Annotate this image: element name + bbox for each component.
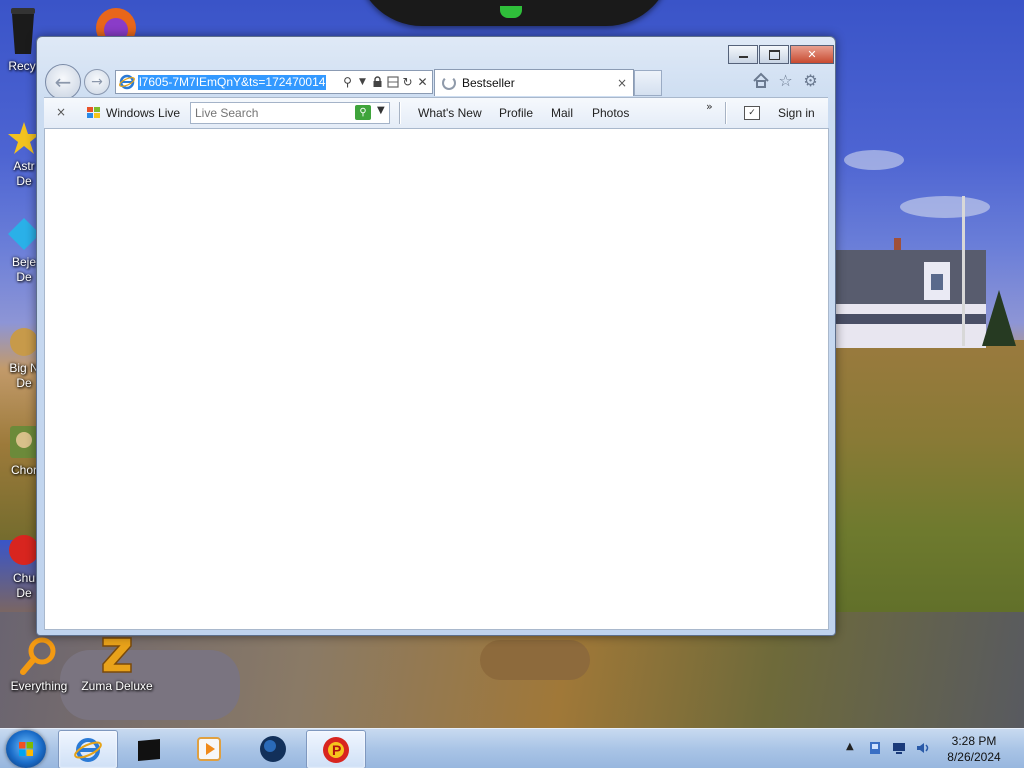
taskbar-app-globe[interactable] [244, 730, 302, 767]
system-clock[interactable]: 3:28 PM 8/26/2024 [936, 733, 1012, 765]
everything-search-icon [20, 637, 56, 675]
forward-button[interactable]: → [84, 69, 110, 95]
home-icon[interactable] [751, 71, 770, 90]
compatibility-view-icon[interactable] [385, 73, 400, 91]
windows-logo-icon [19, 742, 33, 756]
status-light-icon [500, 6, 522, 18]
live-search-input[interactable] [195, 106, 345, 120]
stop-icon[interactable]: ✕ [415, 73, 430, 91]
back-arrow-icon: ← [54, 70, 72, 94]
whats-new-link[interactable]: What's New [418, 106, 482, 120]
zuma-deluxe-icon [102, 637, 132, 673]
search-icon: ⚲ [359, 107, 367, 118]
dropdown-arrow-icon[interactable]: ▼ [355, 73, 370, 91]
address-input[interactable]: l7605-7M7IEmQnY&ts=1724700141 [138, 74, 326, 90]
tab-close-button[interactable]: × [617, 76, 627, 90]
taskbar-app-terminal[interactable] [120, 730, 178, 767]
media-player-icon [197, 736, 221, 761]
photos-link[interactable]: Photos [592, 106, 629, 120]
display-icon[interactable] [892, 741, 906, 755]
minimize-button[interactable] [728, 45, 758, 64]
sign-in-link[interactable]: Sign in [778, 106, 815, 120]
taskbar-app-internet-explorer[interactable] [58, 730, 118, 768]
live-search-box: ⚲ ▼ [190, 102, 390, 124]
new-tab-button[interactable] [634, 70, 662, 96]
favorites-star-icon[interactable]: ☆ [776, 71, 795, 90]
loading-spinner-icon [442, 76, 456, 90]
browser-tools: ☆ ⚙ [751, 71, 820, 90]
desktop-icon-label: Zuma Deluxe [81, 679, 153, 693]
internet-explorer-window: ✕ ← → l7605-7M7IEmQnY&ts=1724700141 ⚲ ▼ … [36, 36, 836, 636]
gear-icon[interactable]: ⚙ [801, 71, 820, 90]
toolbar-divider [725, 102, 727, 124]
clock-date: 8/26/2024 [947, 750, 1001, 764]
taskbar-app-game[interactable]: P [306, 730, 366, 768]
internet-explorer-icon [119, 74, 135, 90]
search-go-button[interactable]: ⚲ [355, 105, 371, 120]
terminal-icon [138, 738, 160, 761]
tab-title: Bestseller [462, 76, 515, 90]
show-hidden-icons-button[interactable]: ▲ [846, 741, 854, 752]
address-tools: ⚲ ▼ ↻ ✕ [340, 73, 432, 91]
globe-icon [260, 735, 286, 762]
maximize-button[interactable] [759, 45, 789, 64]
window-controls: ✕ [728, 45, 834, 64]
flagpole [962, 196, 965, 346]
forward-arrow-icon: → [91, 74, 103, 90]
pine-tree [982, 290, 1016, 346]
tab-bestseller[interactable]: Bestseller × [434, 69, 634, 96]
desktop-icon-label: Everything [10, 679, 68, 693]
taskbar-app-media-player[interactable] [180, 730, 238, 767]
page-content-area[interactable] [44, 128, 829, 630]
windows-live-toolbar: × Windows Live ⚲ ▼ What's New Profile Ma… [44, 97, 828, 129]
refresh-icon[interactable]: ↻ [400, 73, 415, 91]
search-icon[interactable]: ⚲ [340, 73, 355, 91]
close-icon: ✕ [807, 48, 817, 61]
sign-in-icon[interactable]: ✓ [744, 106, 760, 120]
back-button[interactable]: ← [45, 64, 81, 100]
clock-time: 3:28 PM [951, 734, 997, 748]
minimize-icon [738, 55, 748, 58]
game-app-icon: P [323, 736, 349, 763]
mail-link[interactable]: Mail [551, 106, 573, 120]
start-button[interactable] [6, 730, 46, 768]
address-bar[interactable]: l7605-7M7IEmQnY&ts=1724700141 ⚲ ▼ ↻ ✕ [115, 70, 433, 94]
windows-logo-icon [87, 107, 100, 118]
taskbar: P ▲ 3:28 PM 8/26/2024 [0, 728, 1024, 768]
cloud [844, 150, 904, 170]
top-gadget [356, 0, 672, 26]
desktop-icon-everything[interactable]: Everything [1, 636, 77, 694]
cloud [900, 196, 990, 218]
search-options-dropdown[interactable]: ▼ [377, 105, 385, 116]
network-icon[interactable] [868, 741, 882, 755]
profile-link[interactable]: Profile [499, 106, 533, 120]
close-button[interactable]: ✕ [790, 45, 834, 64]
windows-live-link[interactable]: Windows Live [106, 106, 180, 120]
volume-icon[interactable] [916, 741, 930, 755]
rock [480, 640, 590, 680]
firefox-icon[interactable] [92, 4, 140, 38]
toolbar-divider [399, 102, 401, 124]
lock-icon[interactable] [370, 73, 385, 91]
svg-text:P: P [332, 742, 341, 758]
house-window [931, 274, 943, 290]
desktop-icon-zuma-deluxe[interactable]: Zuma Deluxe [79, 634, 155, 694]
toolbar-close-button[interactable]: × [56, 105, 66, 119]
maximize-icon [768, 49, 780, 60]
toolbar-overflow-chevron[interactable]: » [706, 100, 713, 113]
internet-explorer-icon [74, 737, 102, 762]
desktop: Recy Astr De Beje De Big N De Chor Chu D… [0, 0, 1024, 768]
